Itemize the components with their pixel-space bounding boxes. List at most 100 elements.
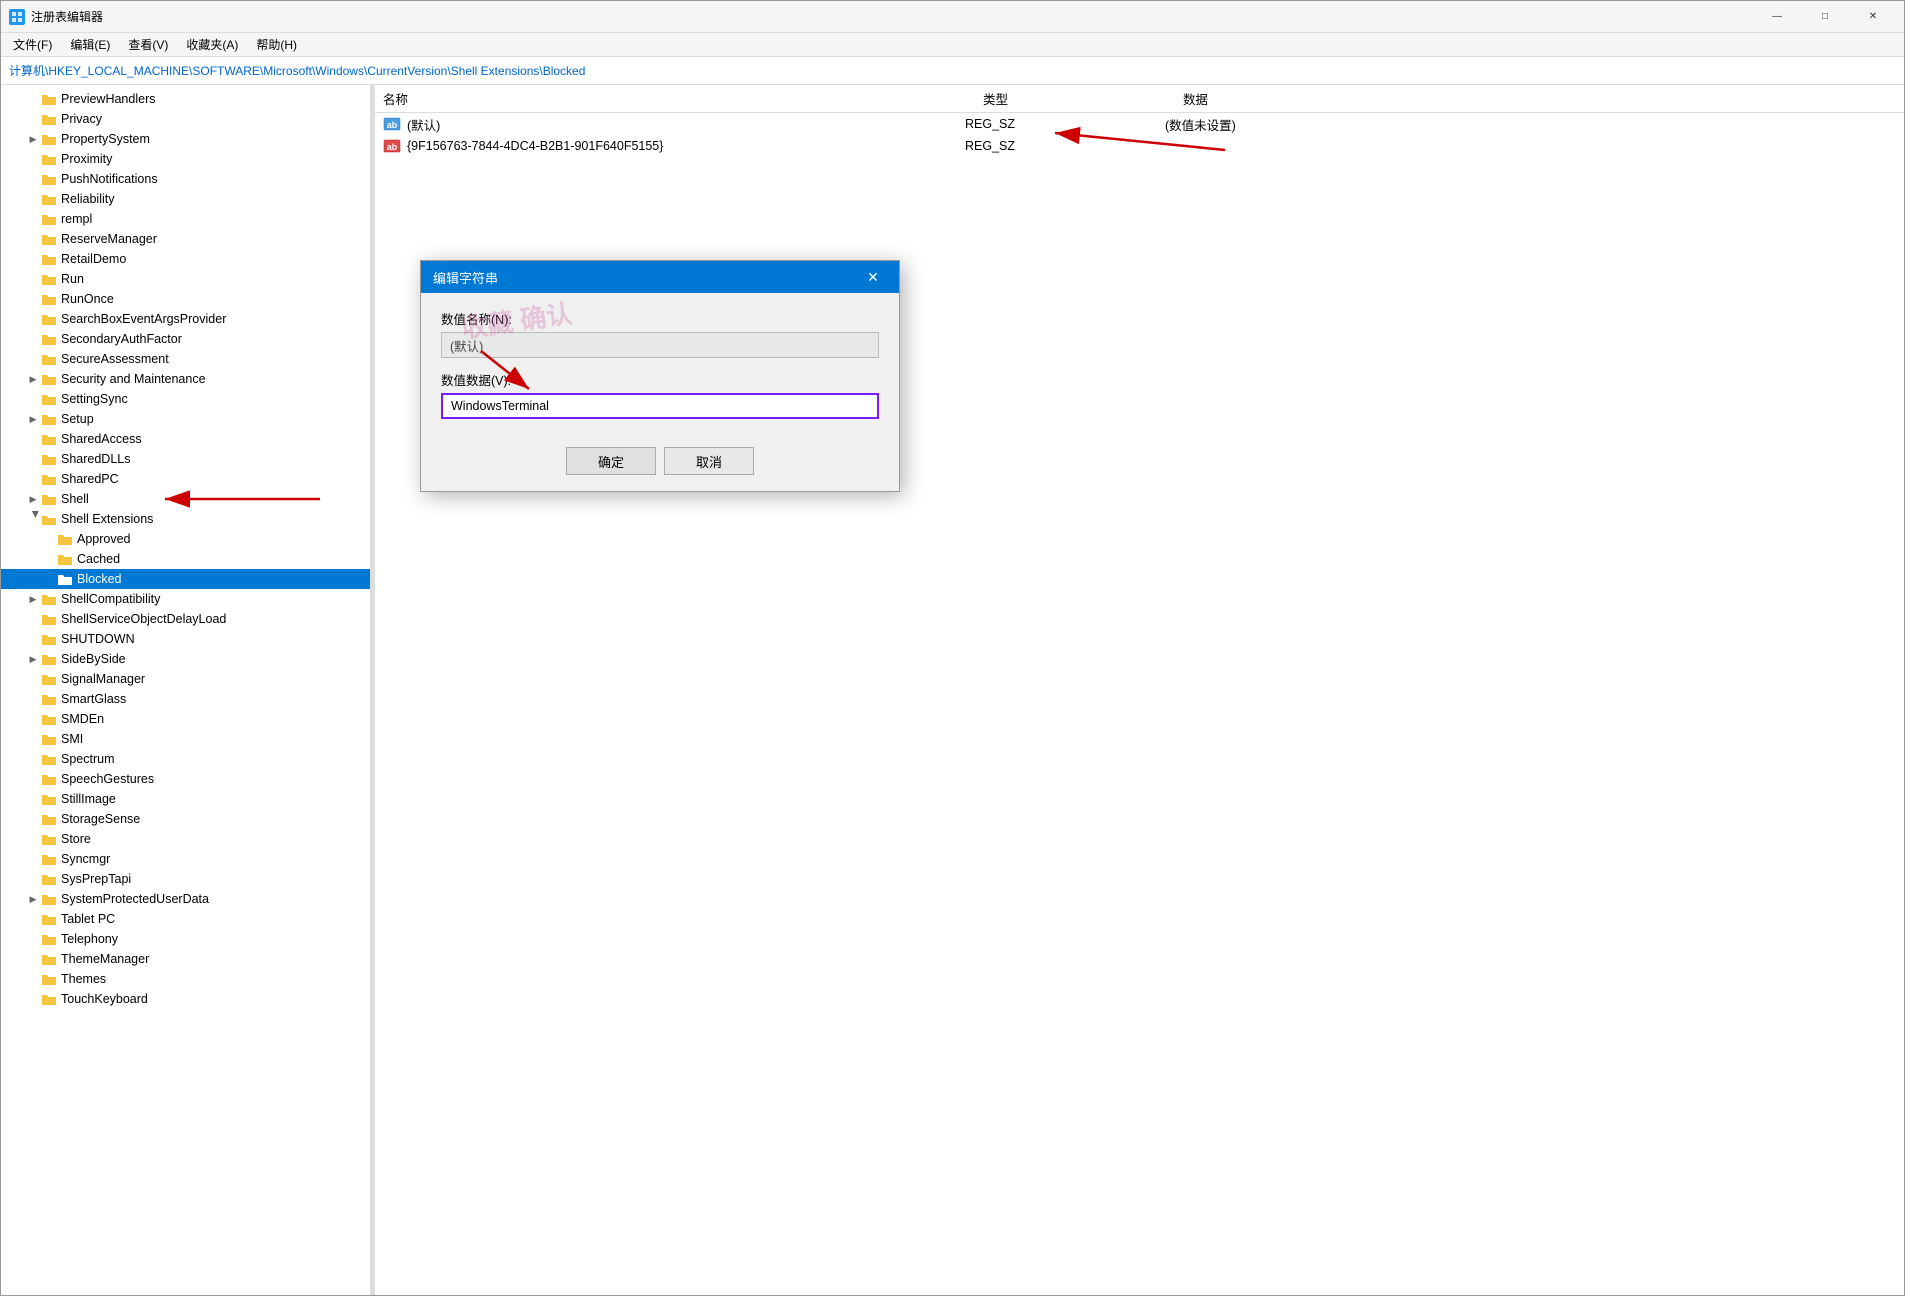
tree-item-blocked[interactable]: ▶ Blocked [1, 569, 370, 589]
toggle-expand[interactable]: ▶ [25, 651, 41, 667]
folder-icon [41, 312, 57, 326]
tree-label: TouchKeyboard [61, 992, 148, 1006]
tree-item-smi[interactable]: ▶ SMI [1, 729, 370, 749]
toggle-expand[interactable]: ▶ [25, 891, 41, 907]
tree-item-shell-extensions[interactable]: ▶ Shell Extensions [1, 509, 370, 529]
tree-item-syncmgr[interactable]: ▶ Syncmgr [1, 849, 370, 869]
toggle-expand[interactable]: ▶ [25, 411, 41, 427]
col-header-name: 名称 [383, 89, 983, 108]
folder-icon [41, 212, 57, 226]
tree-item-shellserviceobjectdelayload[interactable]: ▶ ShellServiceObjectDelayLoad [1, 609, 370, 629]
tree-label: Setup [61, 412, 94, 426]
tree-item-reservemanager[interactable]: ▶ ReserveManager [1, 229, 370, 249]
tree-item-runonce[interactable]: ▶ RunOnce [1, 289, 370, 309]
toggle-expand[interactable]: ▶ [25, 591, 41, 607]
folder-icon [41, 372, 57, 386]
tree-item-approved[interactable]: ▶ Approved [1, 529, 370, 549]
tree-item-reliability[interactable]: ▶ Reliability [1, 189, 370, 209]
tree-item-proximity[interactable]: ▶ Proximity [1, 149, 370, 169]
tree-label: ReserveManager [61, 232, 157, 246]
tree-item-signalmanager[interactable]: ▶ SignalManager [1, 669, 370, 689]
folder-icon-open [41, 512, 57, 526]
tree-item-secureassessment[interactable]: ▶ SecureAssessment [1, 349, 370, 369]
menu-view[interactable]: 查看(V) [120, 34, 176, 55]
folder-icon [41, 132, 57, 146]
folder-icon [41, 952, 57, 966]
menu-help[interactable]: 帮助(H) [248, 34, 305, 55]
toggle-expand[interactable]: ▶ [25, 491, 41, 507]
dialog-close-button[interactable]: ✕ [859, 263, 887, 291]
tree-item-telephony[interactable]: ▶ Telephony [1, 929, 370, 949]
folder-icon [41, 932, 57, 946]
tree-item-rempl[interactable]: ▶ rempl [1, 209, 370, 229]
col-header-data: 数据 [1183, 89, 1896, 108]
svg-text:ab: ab [387, 120, 398, 130]
tree-label: PushNotifications [61, 172, 158, 186]
toggle-expand[interactable]: ▶ [25, 131, 41, 147]
tree-item-smden[interactable]: ▶ SMDEn [1, 709, 370, 729]
tree-item-systemprotecteduserdata[interactable]: ▶ SystemProtectedUserData [1, 889, 370, 909]
folder-icon [57, 552, 73, 566]
tree-label: Shell Extensions [61, 512, 153, 526]
tree-label: Reliability [61, 192, 115, 206]
dialog-data-input[interactable] [441, 393, 879, 419]
tree-item-syspreptapi[interactable]: ▶ SysPrepTapi [1, 869, 370, 889]
tree-item-sharedpc[interactable]: ▶ SharedPC [1, 469, 370, 489]
tree-item-touchkeyboard[interactable]: ▶ TouchKeyboard [1, 989, 370, 1009]
tree-item-store[interactable]: ▶ Store [1, 829, 370, 849]
folder-icon [41, 732, 57, 746]
tree-item-storagesense[interactable]: ▶ StorageSense [1, 809, 370, 829]
table-row[interactable]: ab {9F156763-7844-4DC4-B2B1-901F640F5155… [375, 135, 1904, 157]
folder-icon [41, 192, 57, 206]
tree-label: SearchBoxEventArgsProvider [61, 312, 226, 326]
tree-item-smartglass[interactable]: ▶ SmartGlass [1, 689, 370, 709]
maximize-button[interactable]: □ [1802, 1, 1848, 33]
dialog-cancel-button[interactable]: 取消 [664, 447, 754, 475]
tree-item-settingsync[interactable]: ▶ SettingSync [1, 389, 370, 409]
breadcrumb[interactable]: 计算机\HKEY_LOCAL_MACHINE\SOFTWARE\Microsof… [1, 57, 1904, 85]
tree-item-sidebyside[interactable]: ▶ SideBySide [1, 649, 370, 669]
tree-item-shellcompatibility[interactable]: ▶ ShellCompatibility [1, 589, 370, 609]
tree-label: Themes [61, 972, 106, 986]
tree-item-cached[interactable]: ▶ Cached [1, 549, 370, 569]
svg-text:ab: ab [387, 142, 398, 152]
breadcrumb-path: 计算机\HKEY_LOCAL_MACHINE\SOFTWARE\Microsof… [9, 62, 585, 79]
tree-item-security-and-maintenance[interactable]: ▶ Security and Maintenance [1, 369, 370, 389]
menu-file[interactable]: 文件(F) [5, 34, 60, 55]
tree-item-privacy[interactable]: ▶ Privacy [1, 109, 370, 129]
dialog-ok-button[interactable]: 确定 [566, 447, 656, 475]
tree-item-tabletpc[interactable]: ▶ Tablet PC [1, 909, 370, 929]
menu-favorites[interactable]: 收藏夹(A) [178, 34, 246, 55]
folder-icon [41, 832, 57, 846]
tree-item-speechgestures[interactable]: ▶ SpeechGestures [1, 769, 370, 789]
tree-item-pushnotifications[interactable]: ▶ PushNotifications [1, 169, 370, 189]
tree-item-setup[interactable]: ▶ Setup [1, 409, 370, 429]
minimize-button[interactable]: — [1754, 1, 1800, 33]
tree-item-thememanager[interactable]: ▶ ThemeManager [1, 949, 370, 969]
tree-label: PropertySystem [61, 132, 150, 146]
folder-icon [41, 612, 57, 626]
tree-item-sharedaccess[interactable]: ▶ SharedAccess [1, 429, 370, 449]
tree-item-secondaryauthfactor[interactable]: ▶ SecondaryAuthFactor [1, 329, 370, 349]
menu-bar: 文件(F) 编辑(E) 查看(V) 收藏夹(A) 帮助(H) [1, 33, 1904, 57]
tree-item-run[interactable]: ▶ Run [1, 269, 370, 289]
toggle-expand[interactable]: ▶ [25, 371, 41, 387]
tree-item-shutdown[interactable]: ▶ SHUTDOWN [1, 629, 370, 649]
tree-item-shareddlls[interactable]: ▶ SharedDLLs [1, 449, 370, 469]
tree-item-previewhandlers[interactable]: ▶ PreviewHandlers [1, 89, 370, 109]
tree-label: SMDEn [61, 712, 104, 726]
close-button[interactable]: ✕ [1850, 1, 1896, 33]
tree-item-searchboxeventargsprovider[interactable]: ▶ SearchBoxEventArgsProvider [1, 309, 370, 329]
tree-label: SettingSync [61, 392, 128, 406]
tree-item-spectrum[interactable]: ▶ Spectrum [1, 749, 370, 769]
tree-label: PreviewHandlers [61, 92, 155, 106]
tree-item-shell[interactable]: ▶ Shell [1, 489, 370, 509]
table-row[interactable]: ab (默认) REG_SZ (数值未设置) [375, 113, 1904, 135]
tree-item-stillimage[interactable]: ▶ StillImage [1, 789, 370, 809]
tree-item-retaildemo[interactable]: ▶ RetailDemo [1, 249, 370, 269]
menu-edit[interactable]: 编辑(E) [62, 34, 118, 55]
tree-item-propertysystem[interactable]: ▶ PropertySystem [1, 129, 370, 149]
toggle-collapse[interactable]: ▶ [25, 511, 41, 527]
tree-item-themes[interactable]: ▶ Themes [1, 969, 370, 989]
tree-label: Privacy [61, 112, 102, 126]
